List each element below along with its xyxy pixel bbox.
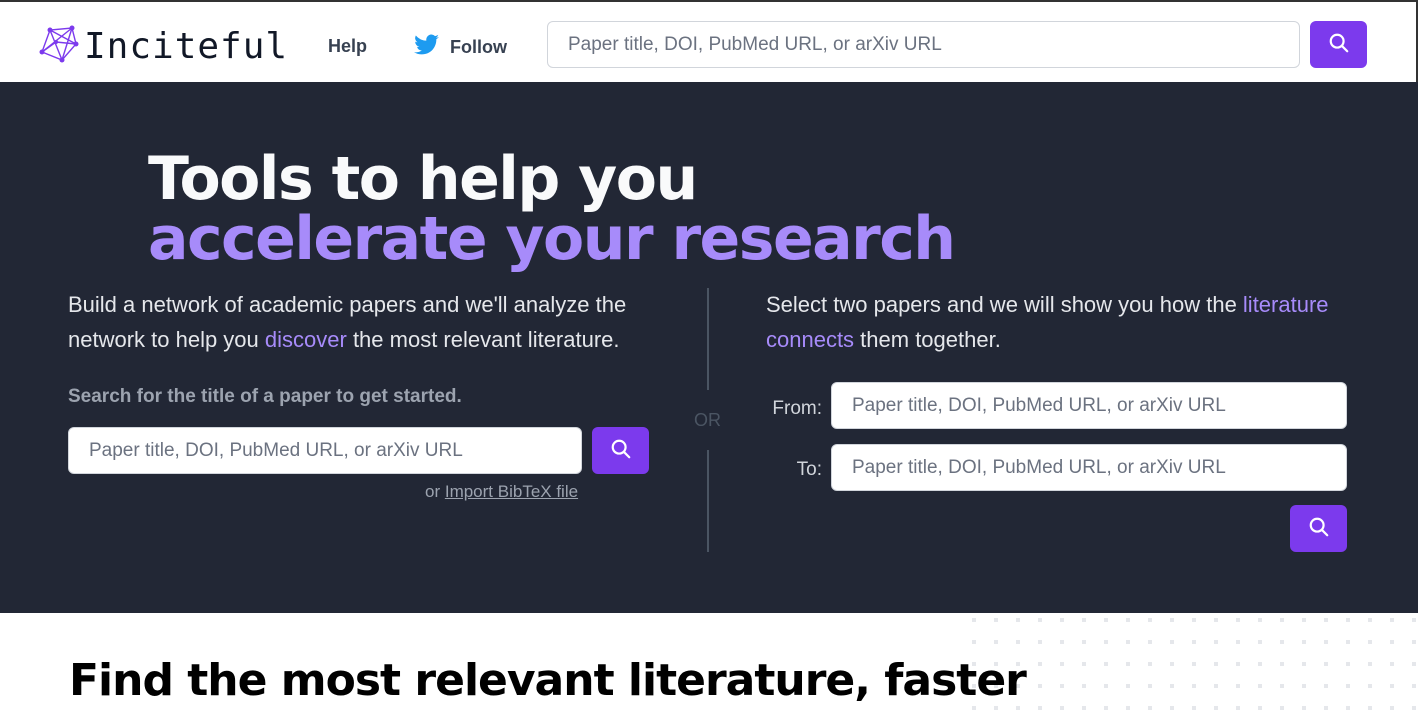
network-graph-icon <box>36 22 80 71</box>
from-paper-input[interactable] <box>831 382 1347 429</box>
discover-highlight: discover <box>264 327 347 352</box>
magnifier-icon <box>1308 516 1330 541</box>
import-or-text: or <box>425 482 445 501</box>
dot-pattern-decoration <box>960 612 1418 712</box>
paper-search-input[interactable] <box>68 427 582 474</box>
vertical-divider-top <box>707 288 709 390</box>
hero-title-line2: accelerate your research <box>148 204 956 274</box>
network-description: Build a network of academic papers and w… <box>68 287 668 357</box>
search-hint: Search for the title of a paper to get s… <box>68 386 462 407</box>
network-description-text-end: the most relevant literature. <box>346 327 620 352</box>
nav-search-button[interactable] <box>1310 21 1367 68</box>
follow-label: Follow <box>450 37 507 57</box>
import-bibtex-link[interactable]: Import BibTeX file <box>445 482 578 501</box>
connect-description-text-end: them together. <box>854 327 1001 352</box>
to-paper-input[interactable] <box>831 444 1347 491</box>
help-link[interactable]: Help <box>328 36 367 57</box>
hero-section: Tools to help you accelerate your resear… <box>0 82 1418 613</box>
twitter-bird-icon <box>414 32 450 63</box>
or-divider-label: OR <box>694 410 721 430</box>
from-label: From: <box>772 398 822 419</box>
magnifier-icon <box>610 438 632 463</box>
import-line: or Import BibTeX file <box>425 482 578 502</box>
vertical-divider-bottom <box>707 450 709 552</box>
to-label: To: <box>796 459 822 480</box>
connect-description-text: Select two papers and we will show you h… <box>766 292 1243 317</box>
magnifier-icon <box>1328 32 1350 57</box>
paper-search-button[interactable] <box>592 427 649 474</box>
connect-search-button[interactable] <box>1290 505 1347 552</box>
logo-link[interactable]: Inciteful <box>36 22 288 71</box>
follow-link[interactable]: Follow <box>414 32 507 63</box>
nav-search-input[interactable] <box>547 21 1300 68</box>
section-heading: Find the most relevant literature, faste… <box>69 655 1027 706</box>
brand-name: Inciteful <box>84 26 289 67</box>
top-nav: Inciteful Help Follow <box>0 0 1418 82</box>
connect-description: Select two papers and we will show you h… <box>766 287 1366 357</box>
